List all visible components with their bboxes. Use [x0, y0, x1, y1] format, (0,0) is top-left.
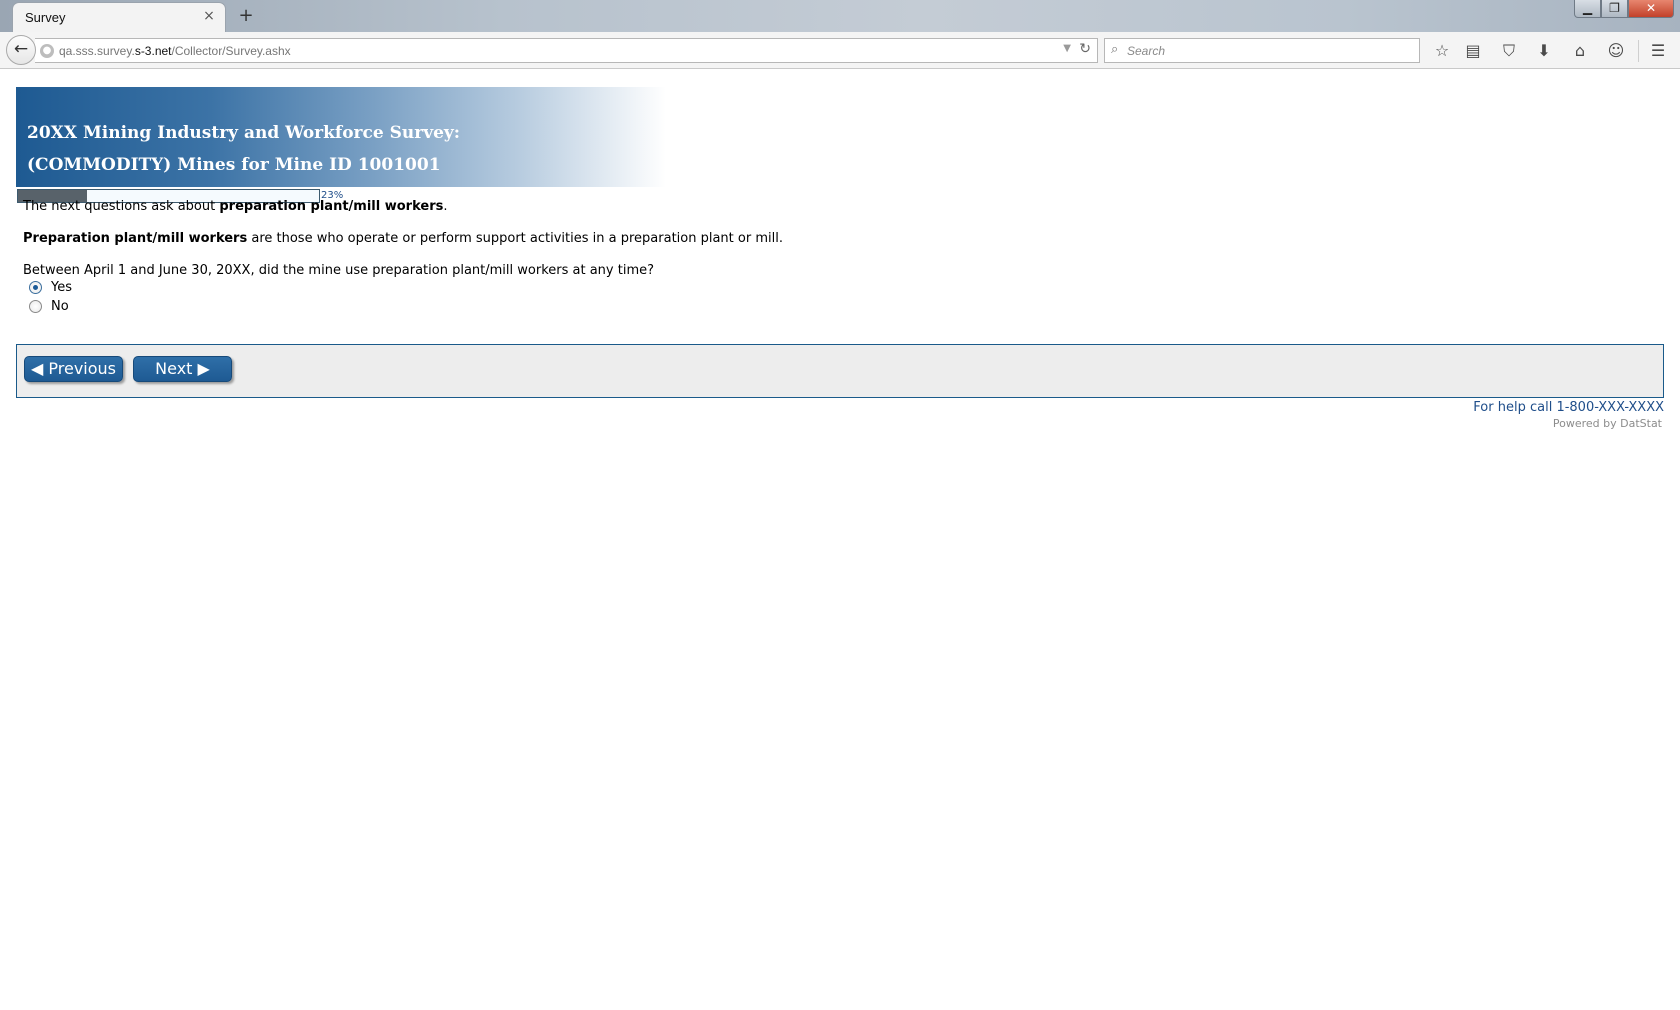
browser-tab[interactable]: Survey × — [12, 2, 226, 32]
close-window-button[interactable]: ✕ — [1628, 0, 1674, 18]
chat-icon[interactable]: ☺ — [1605, 40, 1627, 62]
definition-term: Preparation plant/mill workers — [23, 231, 248, 246]
search-input[interactable] — [1127, 41, 1412, 60]
close-tab-icon[interactable]: × — [201, 8, 217, 24]
window-controls: ▁ ❐ ✕ — [1574, 0, 1674, 20]
powered-by-text: Powered by DatStat — [1552, 417, 1662, 430]
url-text[interactable]: qa.sss.survey.s-3.net/Collector/Survey.a… — [59, 44, 291, 58]
menu-icon[interactable]: ☰ — [1647, 40, 1669, 62]
intro-prefix: The next questions ask about — [23, 199, 220, 214]
star-icon[interactable]: ☆ — [1431, 40, 1453, 62]
option-no-label[interactable]: No — [51, 299, 69, 314]
search-bar[interactable]: ⌕ — [1104, 38, 1420, 63]
intro-text: The next questions ask about preparation… — [23, 199, 447, 214]
previous-button[interactable]: ◀ Previous — [24, 356, 123, 382]
navigation-toolbar: ● qa.sss.survey.s-3.net/Collector/Survey… — [0, 32, 1680, 69]
definition-text: Preparation plant/mill workers are those… — [23, 231, 783, 246]
url-bar[interactable]: ● qa.sss.survey.s-3.net/Collector/Survey… — [35, 38, 1098, 63]
maximize-icon: ❐ — [1609, 1, 1620, 15]
url-history-dropdown-icon[interactable]: ▼ — [1063, 43, 1071, 54]
intro-suffix: . — [443, 199, 448, 214]
site-identity-icon[interactable]: ● — [40, 44, 54, 58]
option-no[interactable]: No — [29, 297, 69, 315]
intro-bold: preparation plant/mill workers — [219, 199, 444, 214]
survey-banner: 20XX Mining Industry and Workforce Surve… — [16, 87, 666, 187]
pocket-icon[interactable]: ⛉ — [1498, 40, 1520, 62]
minimize-button[interactable]: ▁ — [1574, 0, 1601, 18]
back-arrow-icon: ← — [13, 39, 29, 59]
url-prefix: qa.sss.survey. — [59, 44, 135, 58]
survey-title-line2: (COMMODITY) Mines for Mine ID 1001001 — [27, 155, 441, 175]
option-yes[interactable]: Yes — [29, 278, 72, 296]
window-titlebar: Survey × + ▁ ❐ ✕ — [0, 0, 1680, 32]
survey-title: 20XX Mining Industry and Workforce Surve… — [27, 117, 460, 181]
new-tab-button[interactable]: + — [234, 4, 258, 28]
definition-body: are those who operate or perform support… — [247, 231, 783, 246]
close-icon: ✕ — [1645, 1, 1657, 15]
back-button[interactable]: ← — [6, 35, 36, 65]
radio-yes[interactable] — [29, 280, 42, 294]
survey-title-line1: 20XX Mining Industry and Workforce Surve… — [27, 123, 461, 143]
radio-no[interactable] — [29, 299, 42, 313]
navigation-panel: ◀ Previous Next ▶ — [16, 344, 1664, 398]
maximize-button[interactable]: ❐ — [1601, 0, 1628, 18]
toolbar-separator — [1638, 40, 1639, 62]
reading-list-icon[interactable]: ▤ — [1462, 40, 1484, 62]
reload-icon[interactable]: ↻ — [1079, 41, 1091, 57]
url-path: /Collector/Survey.ashx — [171, 44, 291, 58]
help-phone-text: For help call 1-800-XXX-XXXX — [1473, 400, 1664, 415]
home-icon[interactable]: ⌂ — [1569, 40, 1591, 62]
tab-title: Survey — [25, 10, 66, 25]
url-domain: s-3.net — [134, 44, 172, 58]
search-icon: ⌕ — [1111, 42, 1119, 57]
minimize-icon: ▁ — [1582, 1, 1593, 15]
next-button[interactable]: Next ▶ — [133, 356, 232, 382]
download-icon[interactable]: ⬇ — [1533, 40, 1555, 62]
question-text: Between April 1 and June 30, 20XX, did t… — [23, 263, 655, 278]
option-yes-label[interactable]: Yes — [51, 280, 72, 295]
survey-page: 20XX Mining Industry and Workforce Surve… — [0, 70, 1680, 1010]
